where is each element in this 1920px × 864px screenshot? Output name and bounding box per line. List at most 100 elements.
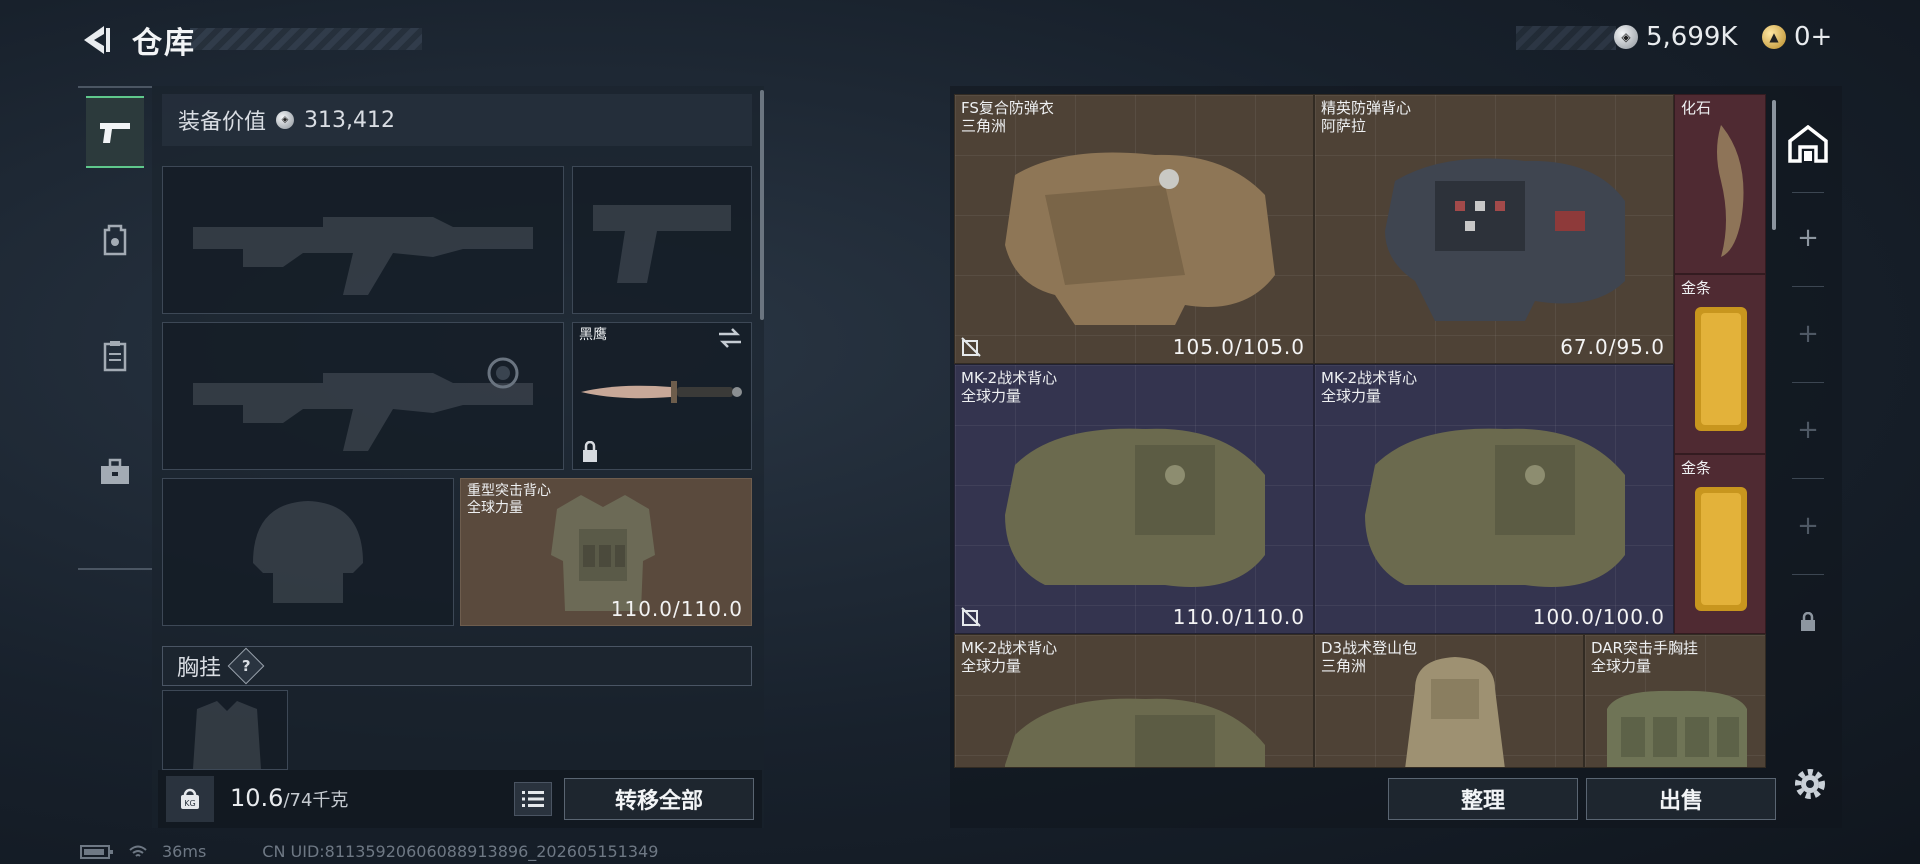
lock-icon	[1801, 612, 1815, 631]
currency-silver[interactable]: ◈ 5,699K	[1614, 22, 1737, 52]
item-label: FS复合防弹衣 三角洲	[961, 99, 1054, 135]
uid-text: CN UID:81135920606088913896_202605151349	[262, 842, 659, 861]
locked-stash-page[interactable]	[1778, 592, 1838, 652]
stash-page-tabs: + + + +	[1778, 100, 1838, 660]
armor-brand: 全球力量	[467, 500, 523, 516]
gold-bar-image	[1695, 487, 1747, 611]
item-label: MK-2战术背心 全球力量	[961, 369, 1057, 405]
melee-name: 黑鹰	[579, 327, 607, 343]
item-brand: 全球力量	[961, 657, 1022, 675]
equipment-value-bar: 装备价值 ◈ 313,412	[162, 94, 752, 146]
melee-slot[interactable]: 黑鹰	[572, 322, 752, 470]
knife-image	[581, 381, 742, 403]
sidearm-slot[interactable]	[572, 166, 752, 314]
chest-rig-label: 胸挂	[177, 656, 222, 681]
item-durability: 110.0/110.0	[1172, 605, 1305, 629]
stash-item[interactable]: 金条	[1674, 454, 1766, 634]
ping-text: 36ms	[162, 842, 207, 861]
help-button[interactable]: ?	[227, 647, 265, 685]
stash-item[interactable]: DAR突击手胸挂 全球力量	[1584, 634, 1766, 768]
body-armor-slot[interactable]: 重型突击背心 全球力量 110.0/110.0	[460, 478, 752, 626]
fossil-claw-image	[1717, 125, 1744, 257]
stash-item[interactable]: MK-2战术背心 全球力量	[954, 634, 1314, 768]
stash-item[interactable]: D3战术登山包 三角洲	[1314, 634, 1584, 768]
currency-silver-amount: 5,699K	[1646, 22, 1738, 52]
lock-icon	[583, 441, 597, 462]
tab-separator	[1792, 192, 1824, 193]
weight-max: /74千克	[283, 790, 349, 811]
item-name: MK-2战术背心	[1321, 369, 1418, 387]
add-stash-page[interactable]: +	[1778, 496, 1838, 556]
add-stash-page[interactable]: +	[1778, 400, 1838, 460]
kettlebell-icon: KG	[181, 788, 199, 809]
tab-separator	[1792, 478, 1824, 479]
item-durability: 105.0/105.0	[1172, 335, 1305, 359]
item-durability: 67.0/95.0	[1560, 335, 1665, 359]
item-name: 化石	[1681, 99, 1712, 117]
wifi-icon	[129, 845, 147, 857]
item-name: D3战术登山包	[1321, 639, 1418, 657]
add-stash-page[interactable]: +	[1778, 304, 1838, 364]
item-name: 金条	[1681, 459, 1712, 477]
chest-rig-image	[1607, 690, 1747, 767]
item-brand: 三角洲	[961, 117, 1007, 135]
sell-button[interactable]: 出售	[1586, 778, 1776, 820]
gear-icon[interactable]	[1788, 762, 1832, 806]
item-name: 精英防弹背心	[1321, 99, 1412, 117]
chest-rig-slot[interactable]	[162, 690, 288, 770]
tab-rig[interactable]	[86, 320, 144, 392]
elite-vest-image	[1385, 158, 1625, 321]
stash-item[interactable]: MK-2战术背心 全球力量 100.0/100.0	[1314, 364, 1674, 634]
add-stash-page[interactable]: +	[1778, 208, 1838, 268]
rifle-silhouette-icon	[193, 217, 533, 295]
item-name: 金条	[1681, 279, 1712, 297]
pistol-icon	[100, 123, 130, 143]
mk2-vest-image	[1365, 428, 1625, 587]
list-view-button[interactable]	[514, 782, 552, 816]
tab-separator	[1792, 574, 1824, 575]
title-decoration	[190, 28, 422, 50]
warehouse-icon	[1788, 125, 1828, 163]
stash-item[interactable]: 化石	[1674, 94, 1766, 274]
silver-coin-icon: ◈	[1614, 25, 1638, 49]
stash-item[interactable]: MK-2战术背心 全球力量 110.0/110.0	[954, 364, 1314, 634]
transfer-all-button[interactable]: 转移全部	[564, 778, 754, 820]
sort-button[interactable]: 整理	[1388, 778, 1578, 820]
stash-item[interactable]: 精英防弹背心 阿萨拉 67.0/95.0	[1314, 94, 1674, 364]
back-arrow-icon[interactable]	[78, 22, 114, 58]
stash-grid: FS复合防弹衣 三角洲 105.0/105.0 精英防弹背心 阿萨拉 67.0/95…	[954, 94, 1766, 768]
item-label: D3战术登山包 三角洲	[1321, 639, 1417, 675]
loadout-category-tabs	[78, 86, 152, 570]
swap-icon[interactable]	[717, 327, 743, 349]
no-sell-icon	[961, 607, 981, 627]
currency-gold[interactable]: ▲ 0+	[1762, 22, 1832, 52]
helmet-armor-icon	[103, 224, 127, 256]
item-brand: 三角洲	[1321, 657, 1367, 675]
loadout-scrollbar[interactable]	[760, 90, 764, 320]
helmet-silhouette-icon	[253, 501, 363, 603]
weight-readout: 10.6/74千克	[230, 784, 348, 812]
item-label: MK-2战术背心 全球力量	[961, 639, 1057, 675]
item-brand: 阿萨拉	[1321, 117, 1367, 135]
tab-backpack[interactable]	[86, 436, 144, 508]
item-name: FS复合防弹衣	[961, 99, 1054, 117]
tab-weapons[interactable]	[86, 96, 144, 168]
item-name: MK-2战术背心	[961, 369, 1058, 387]
primary-weapon-slot[interactable]	[162, 166, 564, 314]
stash-scrollbar[interactable]	[1772, 100, 1776, 230]
tab-armor[interactable]	[86, 204, 144, 276]
helmet-slot[interactable]	[162, 478, 454, 626]
stash-page-1[interactable]	[1778, 114, 1838, 174]
stash-item[interactable]: FS复合防弹衣 三角洲 105.0/105.0	[954, 94, 1314, 364]
item-durability: 100.0/100.0	[1532, 605, 1665, 629]
mk2-vest-image	[1005, 698, 1265, 767]
stash-item[interactable]: 金条	[1674, 274, 1766, 454]
chest-rig-silhouette-icon	[193, 701, 261, 769]
tab-separator	[1792, 286, 1824, 287]
status-bar: 36ms CN UID:81135920606088913896_2026051…	[80, 842, 658, 861]
gold-bar-image	[1695, 307, 1747, 431]
weight-current: 10.6	[230, 784, 284, 812]
item-brand: 全球力量	[961, 387, 1022, 405]
vest-icon	[103, 341, 127, 372]
secondary-weapon-slot[interactable]	[162, 322, 564, 470]
